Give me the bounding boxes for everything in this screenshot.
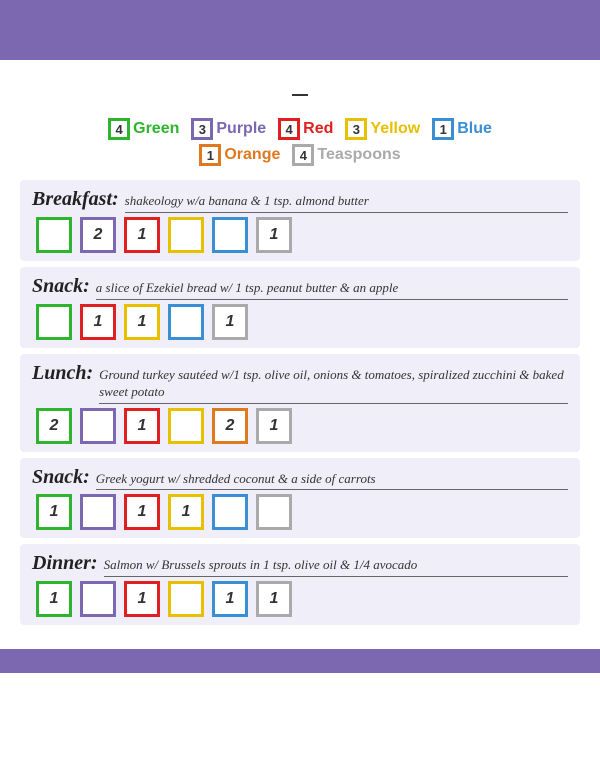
target-item-blue: 1 Blue (432, 118, 492, 140)
meal-box-4-2-red: 1 (124, 581, 160, 617)
footer-bar (0, 649, 600, 673)
container-row-1: 111 (32, 304, 568, 340)
target-label-red: Red (303, 120, 333, 138)
header-bar (0, 0, 600, 60)
meal-box-3-5-gray (256, 494, 292, 530)
meal-box-3-2-red: 1 (124, 494, 160, 530)
meal-box-2-4-orange: 2 (212, 408, 248, 444)
target-label-green: Green (133, 120, 179, 138)
meal-header-1: Snack: a slice of Ezekiel bread w/ 1 tsp.… (32, 275, 568, 300)
meal-desc-4: Salmon w/ Brussels sprouts in 1 tsp. oli… (104, 557, 568, 577)
container-row-2: 2121 (32, 408, 568, 444)
targets-row-1: 4 Green 3 Purple 4 Red 3 Yellow 1 Blue (20, 118, 580, 140)
meal-box-4-1-purple (80, 581, 116, 617)
meal-box-0-4-blue (212, 217, 248, 253)
meal-box-0-1-purple: 2 (80, 217, 116, 253)
calorie-section (0, 60, 600, 110)
calorie-value (292, 94, 308, 96)
meal-block-1: Snack: a slice of Ezekiel bread w/ 1 tsp.… (20, 267, 580, 348)
target-item-yellow: 3 Yellow (345, 118, 420, 140)
meal-header-4: Dinner: Salmon w/ Brussels sprouts in 1 t… (32, 552, 568, 577)
target-item-gray: 4 Teaspoons (292, 144, 400, 166)
meal-block-0: Breakfast: shakeology w/a banana & 1 tsp.… (20, 180, 580, 261)
meal-box-3-1-purple (80, 494, 116, 530)
meal-block-3: Snack: Greek yogurt w/ shredded coconut &… (20, 458, 580, 539)
meal-desc-2: Ground turkey sautéed w/1 tsp. olive oil… (99, 367, 568, 404)
meal-box-4-0-green: 1 (36, 581, 72, 617)
meal-desc-1: a slice of Ezekiel bread w/ 1 tsp. peanu… (96, 280, 568, 300)
meal-box-3-4-blue (212, 494, 248, 530)
meal-block-2: Lunch: Ground turkey sautéed w/1 tsp. oli… (20, 354, 580, 452)
meal-box-2-0-green: 2 (36, 408, 72, 444)
target-item-green: 4 Green (108, 118, 179, 140)
meal-box-1-1-red: 1 (80, 304, 116, 340)
target-box-blue: 1 (432, 118, 454, 140)
target-label-purple: Purple (216, 120, 266, 138)
target-box-green: 4 (108, 118, 130, 140)
meal-box-1-4-gray: 1 (212, 304, 248, 340)
meal-box-0-0-green (36, 217, 72, 253)
meal-title-2: Lunch: (32, 362, 93, 385)
meals-section: Breakfast: shakeology w/a banana & 1 tsp.… (0, 174, 600, 641)
page-title (20, 14, 580, 46)
meal-box-4-5-gray: 1 (256, 581, 292, 617)
meal-box-1-0-green (36, 304, 72, 340)
meal-box-1-2-yellow: 1 (124, 304, 160, 340)
target-label-gray: Teaspoons (317, 146, 400, 164)
meal-header-0: Breakfast: shakeology w/a banana & 1 tsp.… (32, 188, 568, 213)
meal-box-2-3-yellow (168, 408, 204, 444)
target-box-yellow: 3 (345, 118, 367, 140)
meal-title-3: Snack: (32, 466, 90, 489)
target-item-purple: 3 Purple (191, 118, 266, 140)
meal-title-1: Snack: (32, 275, 90, 298)
target-box-gray: 4 (292, 144, 314, 166)
targets-row-2: 1 Orange 4 Teaspoons (20, 144, 580, 166)
meal-box-3-3-yellow: 1 (168, 494, 204, 530)
target-box-red: 4 (278, 118, 300, 140)
meal-box-3-0-green: 1 (36, 494, 72, 530)
meal-box-2-1-purple (80, 408, 116, 444)
meal-box-1-3-blue (168, 304, 204, 340)
target-label-orange: Orange (224, 146, 280, 164)
container-row-4: 1111 (32, 581, 568, 617)
meal-box-2-2-red: 1 (124, 408, 160, 444)
meal-header-2: Lunch: Ground turkey sautéed w/1 tsp. oli… (32, 362, 568, 404)
meal-title-0: Breakfast: (32, 188, 119, 211)
target-label-blue: Blue (457, 120, 492, 138)
targets-section: 4 Green 3 Purple 4 Red 3 Yellow 1 Blue 1… (0, 110, 600, 174)
meal-header-3: Snack: Greek yogurt w/ shredded coconut &… (32, 466, 568, 491)
meal-box-2-5-gray: 1 (256, 408, 292, 444)
calorie-label (292, 76, 308, 101)
container-row-0: 211 (32, 217, 568, 253)
meal-box-4-4-blue: 1 (212, 581, 248, 617)
meal-block-4: Dinner: Salmon w/ Brussels sprouts in 1 t… (20, 544, 580, 625)
container-row-3: 111 (32, 494, 568, 530)
meal-box-0-5-gray: 1 (256, 217, 292, 253)
meal-title-4: Dinner: (32, 552, 98, 575)
meal-desc-3: Greek yogurt w/ shredded coconut & a sid… (96, 471, 568, 491)
target-box-orange: 1 (199, 144, 221, 166)
meal-box-0-2-red: 1 (124, 217, 160, 253)
target-item-red: 4 Red (278, 118, 333, 140)
meal-desc-0: shakeology w/a banana & 1 tsp. almond bu… (125, 193, 568, 213)
target-label-yellow: Yellow (370, 120, 420, 138)
target-item-orange: 1 Orange (199, 144, 280, 166)
meal-box-4-3-yellow (168, 581, 204, 617)
meal-box-0-3-yellow (168, 217, 204, 253)
target-box-purple: 3 (191, 118, 213, 140)
